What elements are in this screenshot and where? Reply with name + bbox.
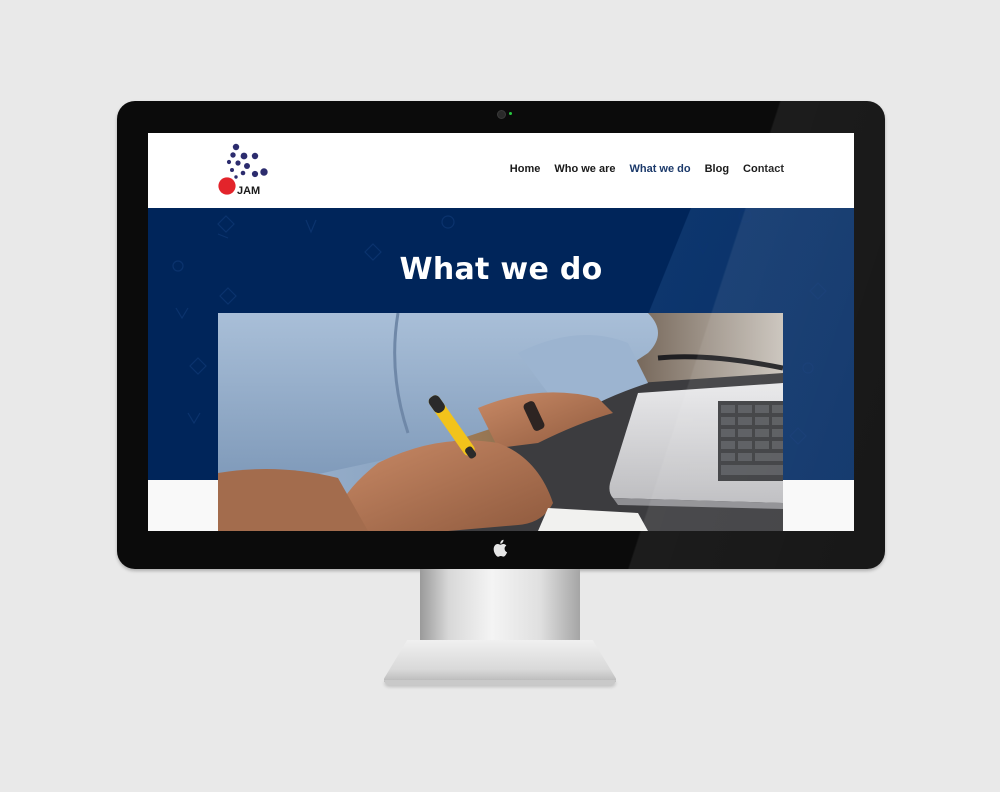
apple-icon (493, 539, 508, 557)
monitor-stand-edge (384, 680, 616, 685)
jam-logo[interactable]: JAM (218, 141, 274, 199)
camera-indicator (509, 112, 512, 115)
nav-what-we-do[interactable]: What we do (629, 163, 690, 175)
main-nav: Home Who we are What we do Blog Contact (510, 163, 784, 175)
monitor-stand-foot (384, 640, 616, 682)
nav-home[interactable]: Home (510, 163, 541, 175)
nav-who-we-are[interactable]: Who we are (554, 163, 615, 175)
monitor-stand-neck (420, 569, 580, 649)
site-header: JAM Home Who we are What we do Blog Cont… (148, 133, 854, 208)
screen: JAM Home Who we are What we do Blog Cont… (148, 133, 854, 531)
camera-icon (497, 110, 506, 119)
logo-text: JAM (237, 185, 260, 197)
nav-contact[interactable]: Contact (743, 163, 784, 175)
hero-photo (218, 313, 783, 531)
monitor-frame: JAM Home Who we are What we do Blog Cont… (117, 101, 885, 569)
nav-blog[interactable]: Blog (705, 163, 729, 175)
page-title: What we do (399, 252, 603, 287)
